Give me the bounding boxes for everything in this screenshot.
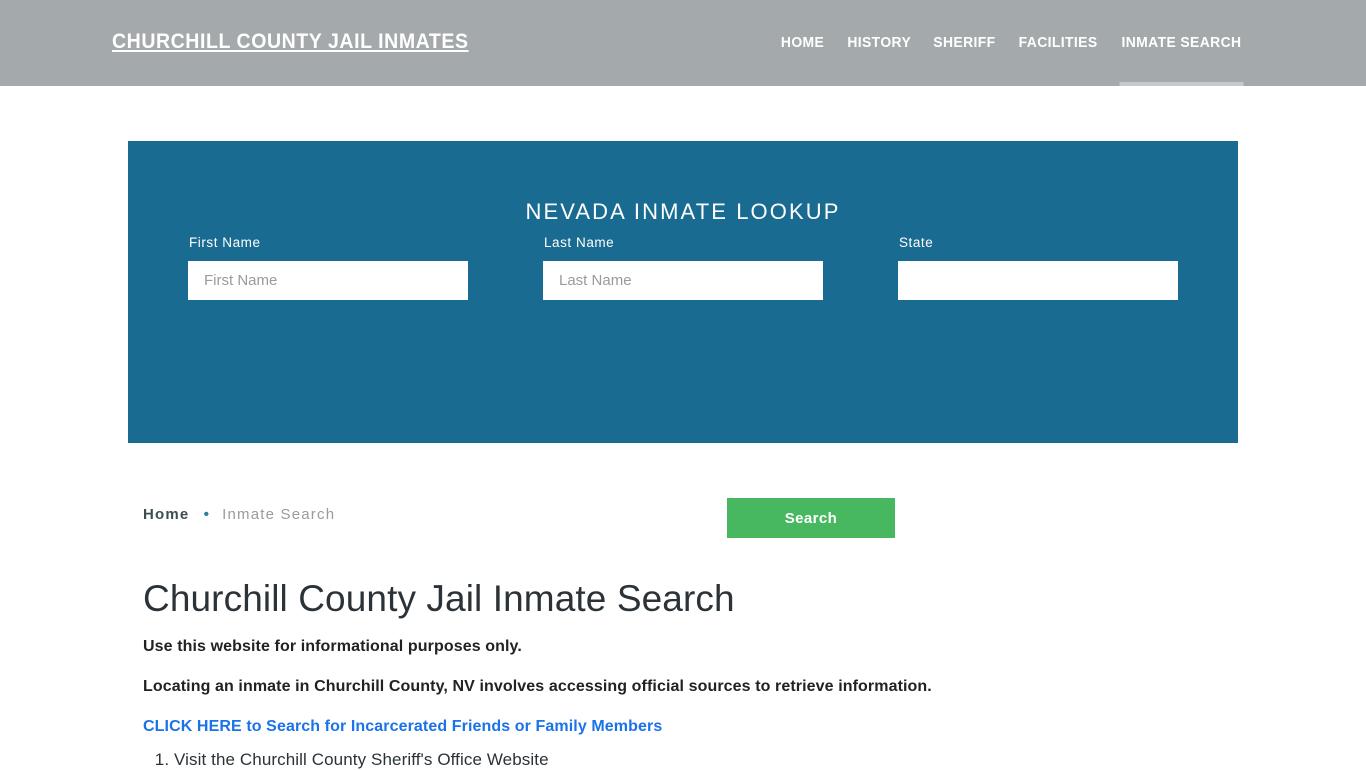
lookup-panel-title: NEVADA INMATE LOOKUP — [525, 199, 841, 225]
lookup-fields-row: First Name Last Name State — [128, 235, 1238, 315]
site-brand-logo[interactable]: CHURCHILL COUNTY JAIL INMATES — [112, 30, 469, 54]
last-name-label: Last Name — [544, 235, 615, 250]
list-item: Visit the Churchill County Sheriff's Off… — [174, 750, 549, 770]
breadcrumb-home-link[interactable]: Home — [143, 506, 189, 523]
state-field-group: State — [898, 235, 1178, 300]
intro-paragraph-2: Locating an inmate in Churchill County, … — [143, 678, 932, 695]
search-button[interactable]: Search — [727, 498, 895, 538]
page-title: Churchill County Jail Inmate Search — [143, 578, 735, 619]
site-header: CHURCHILL COUNTY JAIL INMATES HOME HISTO… — [0, 0, 1366, 86]
main-navigation: HOME HISTORY SHERIFF FACILITIES INMATE S… — [770, 0, 1254, 86]
last-name-input[interactable] — [543, 261, 823, 300]
incarcerated-search-cta-link[interactable]: CLICK HERE to Search for Incarcerated Fr… — [143, 718, 662, 736]
breadcrumb: Home • Inmate Search — [143, 506, 335, 523]
state-label: State — [899, 235, 934, 250]
steps-list: Visit the Churchill County Sheriff's Off… — [143, 750, 549, 770]
state-select[interactable] — [898, 261, 1178, 300]
inmate-lookup-panel: NEVADA INMATE LOOKUP First Name Last Nam… — [128, 141, 1238, 538]
nav-item-sheriff[interactable]: SHERIFF — [924, 0, 1005, 86]
nav-item-home[interactable]: HOME — [772, 0, 835, 86]
first-name-field-group: First Name — [188, 235, 468, 300]
intro-paragraph-1: Use this website for informational purpo… — [143, 638, 522, 655]
first-name-input[interactable] — [188, 261, 468, 300]
nav-item-inmate-search[interactable]: INMATE SEARCH — [1112, 0, 1251, 86]
nav-item-history[interactable]: HISTORY — [837, 0, 920, 86]
breadcrumb-current-page: Inmate Search — [222, 506, 336, 523]
first-name-label: First Name — [189, 235, 261, 250]
breadcrumb-separator-icon: • — [203, 505, 210, 523]
nav-item-facilities[interactable]: FACILITIES — [1009, 0, 1107, 86]
last-name-field-group: Last Name — [543, 235, 823, 300]
